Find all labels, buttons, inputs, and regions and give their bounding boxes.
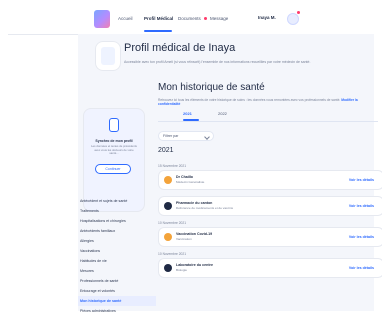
sidebar-item-vaccinations[interactable]: Vaccinations [78, 246, 156, 256]
phone-icon [109, 118, 119, 132]
sidebar-item-allergies[interactable]: Allergies [78, 236, 156, 246]
sidebar-item-label: Mesures [80, 269, 94, 273]
sidebar-item-label: Allergies [80, 239, 94, 243]
nav-profil-medical-label: Profil Médical [144, 16, 174, 21]
sidebar-item-label: Mon historique de santé [80, 299, 122, 303]
year-heading: 2021 [158, 147, 174, 154]
event-details-link[interactable]: Voir les détails [349, 178, 374, 182]
content-area: Profil médical de Inaya Accessible avec … [78, 34, 382, 313]
sidebar-item-label: Antécédent et sujets de santé [80, 199, 128, 203]
page-title: Profil médical de Inaya [124, 42, 236, 54]
nav-message[interactable]: Message [210, 16, 228, 21]
sidebar-item-hospitalisations[interactable]: Hospitalisations et chirurgies [78, 216, 156, 226]
sidebar-item-mesures[interactable]: Mesures [78, 266, 156, 276]
event-date: 15 Novembre 2021 [158, 164, 187, 168]
sidebar-item-label: Entourage et volontés [80, 289, 115, 293]
main-panel: Mon historique de santé Retrouvez ici to… [148, 81, 382, 311]
continue-button-label: Continuer [105, 167, 121, 171]
sync-card-text: Les données et textes de précédents avec… [91, 144, 137, 156]
event-date: 10 Novembre 2021 [158, 221, 187, 225]
section-title: Mon historique de santé [158, 82, 265, 93]
pharmacy-icon [164, 202, 172, 210]
filter-dropdown-label: Filtrer par [163, 134, 179, 138]
event-title: Dr Chaillo [176, 175, 193, 179]
nav-documents-label: Documents [178, 16, 201, 21]
avatar[interactable] [287, 13, 299, 25]
event-details-link[interactable]: Voir les détails [349, 266, 374, 270]
event-subtitle: Vaccination [176, 237, 192, 241]
event-subtitle: Délivrance de médicaments et de vaccins [176, 206, 234, 210]
event-card: Vaccination Covid-19 Vaccination Voir le… [158, 227, 382, 247]
nav-accueil-label: Accueil [118, 16, 133, 21]
nav-message-label: Message [210, 16, 229, 21]
avatar-notification-dot-icon [297, 11, 300, 14]
notification-dot-icon [204, 17, 208, 21]
nav-documents[interactable]: Documents [178, 16, 208, 21]
sidebar-item-label: Antécédents familiaux [80, 229, 116, 233]
app-logo[interactable] [94, 10, 110, 28]
event-date: 10 Novembre 2021 [158, 252, 187, 256]
sidebar-item-historique[interactable]: Mon historique de santé [78, 296, 156, 306]
lab-icon [164, 264, 172, 272]
event-card: Laboratoire du centre Biologie Voir les … [158, 258, 382, 278]
section-subtitle-text: Retrouvez ici tous les éléments de votre… [158, 98, 341, 102]
filter-dropdown[interactable]: Filtrer par [158, 131, 214, 141]
profile-illustration-icon [95, 41, 121, 71]
profile-sidebar: Antécédent et sujets de santé Traitement… [78, 196, 156, 316]
nav-active-indicator [144, 30, 172, 32]
app-frame: Accueil Profil Médical Documents Message… [0, 0, 382, 313]
sidebar-item-traitements[interactable]: Traitements [78, 206, 156, 216]
profile-header: Profil médical de Inaya Accessible avec … [78, 34, 374, 81]
sidebar-item-pieces[interactable]: Pièces administratives [78, 306, 156, 316]
event-title: Laboratoire du centre [176, 263, 213, 267]
tab-2022-label: 2022 [218, 111, 227, 116]
vaccine-icon [164, 233, 172, 241]
event-subtitle: Biologie [176, 268, 188, 272]
sidebar-item-habitudes[interactable]: Habitudes de vie [78, 256, 156, 266]
sidebar-item-label: Professionnels de santé [80, 279, 119, 283]
tab-active-indicator [183, 119, 199, 121]
year-tabs: 2021 2022 [158, 109, 378, 122]
sidebar-item-entourage[interactable]: Entourage et volontés [78, 286, 156, 296]
event-title: Vaccination Covid-19 [176, 232, 213, 236]
doctor-icon [164, 176, 172, 184]
sidebar-item-label: Vaccinations [80, 249, 101, 253]
sync-card-title: Synchro de mon profil [95, 139, 133, 143]
chevron-down-icon [204, 134, 210, 140]
event-details-link[interactable]: Voir les détails [349, 235, 374, 239]
sidebar-item-professionnels[interactable]: Professionnels de santé [78, 276, 156, 286]
section-subtitle: Retrouvez ici tous les éléments de votre… [158, 98, 378, 107]
event-card: Pharmacie du canton Délivrance de médica… [158, 196, 382, 216]
sidebar-item-label: Pièces administratives [80, 309, 116, 313]
tab-2022[interactable]: 2022 [218, 111, 227, 116]
event-details-link[interactable]: Voir les détails [349, 204, 374, 208]
sidebar-item-antecedents[interactable]: Antécédent et sujets de santé [78, 196, 156, 206]
page-subtitle: Accessible avec ton profil Ameli (si vou… [124, 60, 311, 64]
event-subtitle: Médecin Généraliste [176, 180, 205, 184]
nav-accueil[interactable]: Accueil [118, 16, 133, 21]
event-title: Pharmacie du canton [176, 201, 213, 205]
top-navigation-bar: Accueil Profil Médical Documents Message… [8, 6, 374, 35]
sidebar-item-antecedents-familiaux[interactable]: Antécédents familiaux [78, 226, 156, 236]
event-card: Dr Chaillo Médecin Généraliste Voir les … [158, 170, 382, 190]
sidebar-item-label: Hospitalisations et chirurgies [80, 219, 126, 223]
tab-2021[interactable]: 2021 [183, 111, 192, 116]
tab-2021-label: 2021 [183, 111, 192, 116]
continue-button[interactable]: Continuer [95, 164, 131, 174]
nav-profil-medical[interactable]: Profil Médical [144, 16, 173, 21]
sidebar-item-label: Traitements [80, 209, 99, 213]
sidebar-item-label: Habitudes de vie [80, 259, 107, 263]
user-name[interactable]: Inaya M. [258, 15, 276, 20]
